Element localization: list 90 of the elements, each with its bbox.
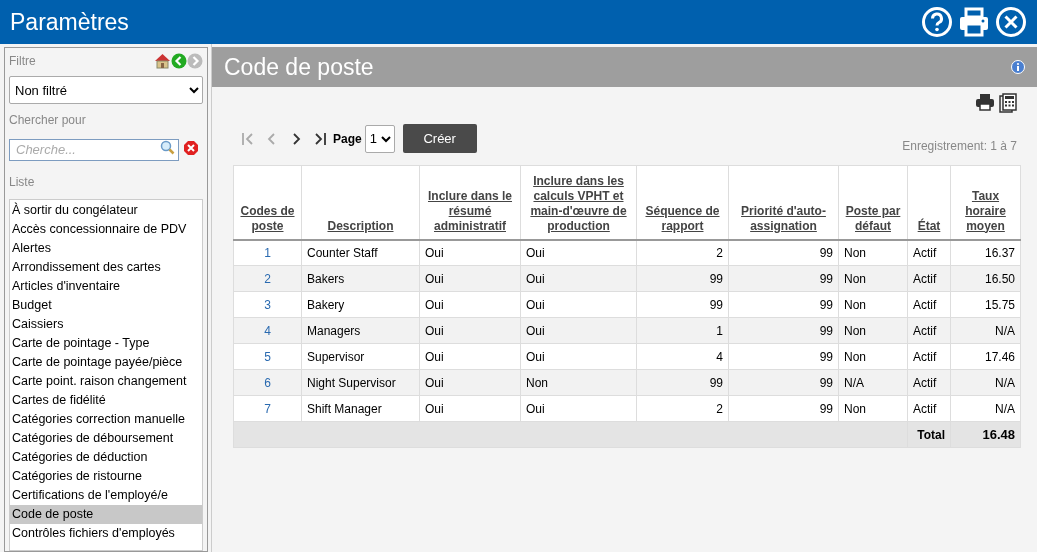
table-cell: Counter Staff xyxy=(301,239,420,266)
column-header[interactable]: État xyxy=(917,218,941,234)
total-value: 16.48 xyxy=(950,421,1021,448)
table-cell: N/A xyxy=(838,369,908,396)
list-item[interactable]: Code de poste xyxy=(10,505,202,524)
table-cell: 15.75 xyxy=(950,291,1021,318)
table-cell: Oui xyxy=(419,317,521,344)
table-cell: 99 xyxy=(728,265,839,292)
table-cell: 2 xyxy=(636,239,729,266)
table-cell: Night Supervisor xyxy=(301,369,420,396)
table-cell: Oui xyxy=(419,369,521,396)
table-cell: N/A xyxy=(950,317,1021,344)
table-cell: 99 xyxy=(636,291,729,318)
table-cell: Actif xyxy=(907,265,951,292)
table-cell: Supervisor xyxy=(301,343,420,370)
code-link[interactable]: 7 xyxy=(233,395,302,422)
table-cell: Actif xyxy=(907,317,951,344)
record-count: Enregistrement: 1 à 7 xyxy=(902,138,1017,155)
table-cell: Non xyxy=(838,343,908,370)
search-field[interactable]: Cherche... xyxy=(9,138,179,161)
table-cell: Oui xyxy=(419,265,521,292)
filter-dropdown[interactable]: Non filtré xyxy=(9,76,203,104)
close-icon[interactable] xyxy=(995,6,1027,38)
table-cell: Bakers xyxy=(301,265,420,292)
table-cell: 16.37 xyxy=(950,239,1021,266)
table-cell: Oui xyxy=(419,239,521,266)
table-cell: 16.50 xyxy=(950,265,1021,292)
table-cell: Actif xyxy=(907,395,951,422)
table-cell: Oui xyxy=(520,317,637,344)
table-cell: 99 xyxy=(728,395,839,422)
table-cell: Managers xyxy=(301,317,420,344)
table-cell: Non xyxy=(838,317,908,344)
help-icon[interactable] xyxy=(921,6,953,38)
table-cell: Shift Manager xyxy=(301,395,420,422)
code-link[interactable]: 1 xyxy=(233,239,302,266)
page-dropdown[interactable]: 1 xyxy=(364,124,395,153)
table-cell: 99 xyxy=(728,343,839,370)
search-icon[interactable] xyxy=(160,140,175,155)
table-cell: 17.46 xyxy=(950,343,1021,370)
table-cell: 99 xyxy=(636,369,729,396)
table-cell: Actif xyxy=(907,343,951,370)
table-cell: 99 xyxy=(636,265,729,292)
table-cell: Actif xyxy=(907,291,951,318)
table-cell: 4 xyxy=(636,343,729,370)
search-label: Chercher pour xyxy=(9,112,87,129)
code-link[interactable]: 5 xyxy=(233,343,302,370)
back-icon[interactable] xyxy=(171,53,187,69)
table-cell: Oui xyxy=(520,291,637,318)
table-cell: 99 xyxy=(728,291,839,318)
list-label: Liste xyxy=(9,174,36,191)
create-button[interactable]: Créer xyxy=(402,124,477,153)
info-icon[interactable] xyxy=(1011,60,1025,74)
table-cell: 1 xyxy=(636,317,729,344)
table-cell: Actif xyxy=(907,369,951,396)
table-cell: Oui xyxy=(520,395,637,422)
print-icon[interactable] xyxy=(957,6,991,38)
table-cell: 99 xyxy=(728,239,839,266)
total-label: Total xyxy=(907,421,951,448)
table-cell: Non xyxy=(838,395,908,422)
table-cell: N/A xyxy=(950,369,1021,396)
window-title: Paramètres xyxy=(10,7,130,37)
calculator-icon[interactable] xyxy=(999,93,1017,113)
table-cell: Non xyxy=(838,265,908,292)
print-icon[interactable] xyxy=(975,93,995,111)
home-icon[interactable] xyxy=(154,53,171,69)
table-cell: Oui xyxy=(419,343,521,370)
table-cell: Oui xyxy=(419,395,521,422)
filter-label: Filtre xyxy=(9,53,37,70)
table-cell: Non xyxy=(838,291,908,318)
clear-icon[interactable] xyxy=(183,140,199,156)
table-cell: Oui xyxy=(520,239,637,266)
page-label: Page xyxy=(333,130,362,148)
table-cell: 99 xyxy=(728,369,839,396)
table-cell: 99 xyxy=(728,317,839,344)
column-header[interactable]: Description xyxy=(327,218,394,234)
table-cell: 2 xyxy=(636,395,729,422)
page-title: Code de poste xyxy=(224,52,375,82)
code-link[interactable]: 2 xyxy=(233,265,302,292)
table-cell: Oui xyxy=(419,291,521,318)
table-cell: Non xyxy=(838,239,908,266)
code-link[interactable]: 4 xyxy=(233,317,302,344)
table-cell: Oui xyxy=(520,265,637,292)
table-cell: Non xyxy=(520,369,637,396)
table-cell: N/A xyxy=(950,395,1021,422)
table-cell: Oui xyxy=(520,343,637,370)
table-cell: Actif xyxy=(907,239,951,266)
code-link[interactable]: 3 xyxy=(233,291,302,318)
table-cell: Bakery xyxy=(301,291,420,318)
code-link[interactable]: 6 xyxy=(233,369,302,396)
last-page-icon[interactable] xyxy=(313,131,327,146)
